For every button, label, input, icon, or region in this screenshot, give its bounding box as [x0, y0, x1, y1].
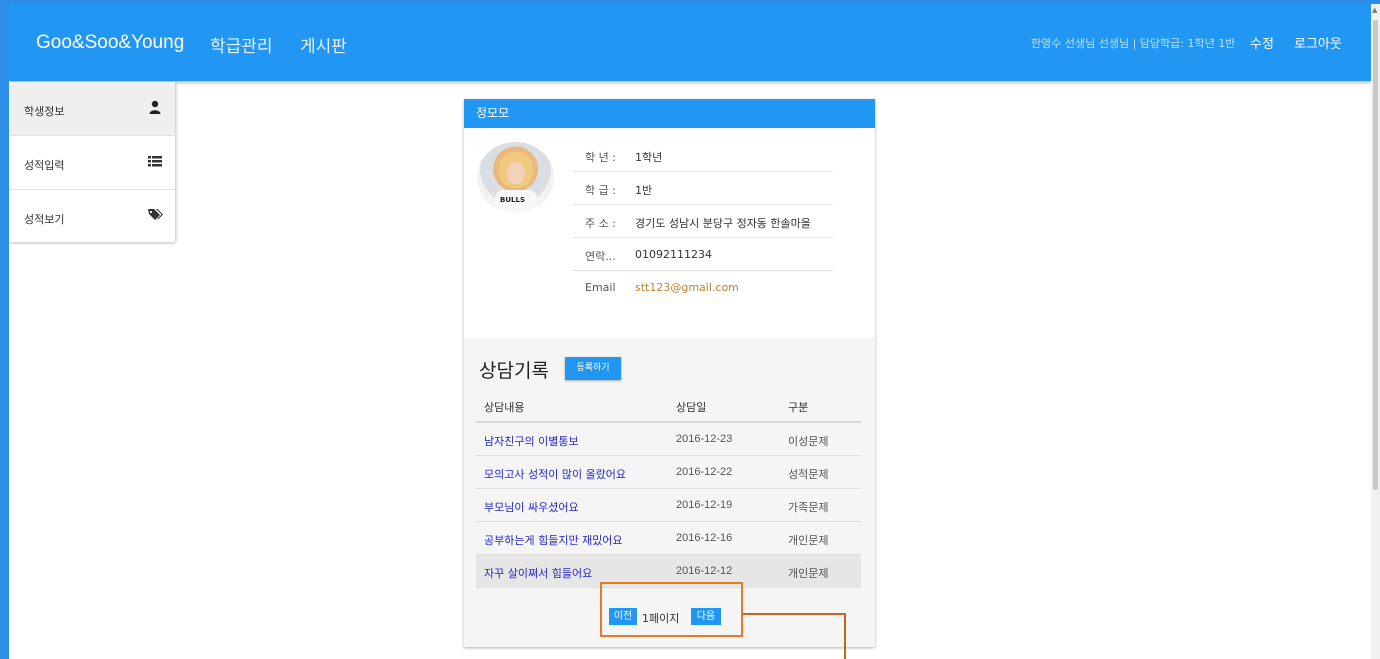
edit-link[interactable]: 수정 [1250, 33, 1274, 52]
scrollbar-thumb[interactable] [1373, 20, 1378, 490]
shirt-text: BULLS [500, 196, 525, 204]
sidebar-item-label: 학생정보 [24, 105, 65, 118]
consult-title: 상담기록 [479, 360, 549, 382]
annotation-connector-line [743, 613, 846, 615]
consult-content-link[interactable]: 공부하는게 힘들지만 재밌어요 [484, 532, 623, 548]
sidebar-item-student-info[interactable]: 학생정보 [9, 82, 175, 136]
info-label: 연락... [585, 250, 616, 263]
consult-content-link[interactable]: 자꾸 살이쪄서 힘들어요 [484, 565, 592, 581]
info-label: Email [585, 281, 616, 294]
column-header-content: 상담내용 [484, 401, 525, 414]
table-row[interactable]: 남자친구의 이별통보 2016-12-23 이성문제 [476, 423, 861, 456]
tags-icon [148, 209, 163, 220]
consult-date: 2016-12-19 [676, 499, 733, 511]
consult-date: 2016-12-22 [676, 466, 733, 478]
info-label: 학 급 : [585, 184, 616, 197]
logout-link[interactable]: 로그아웃 [1294, 33, 1342, 52]
nav-board[interactable]: 게시판 [300, 32, 347, 57]
consult-content-link[interactable]: 남자친구의 이별통보 [484, 433, 579, 449]
student-info-list: 학 년 : 1학년 학 급 : 1반 주 소 : 경기도 성남시 분당구 정자동… [573, 139, 833, 303]
register-button[interactable]: 등록하기 [565, 357, 621, 380]
info-value: 01092111234 [635, 248, 712, 261]
info-phone: 연락... 01092111234 [573, 238, 833, 271]
info-value: 경기도 성남시 분당구 정자동 한솔마을 [635, 217, 811, 230]
info-value: 1반 [635, 184, 653, 197]
table-row[interactable]: 공부하는게 힘들지만 재밌어요 2016-12-16 개인문제 [476, 522, 861, 555]
email-link[interactable]: stt123@gmail.com [635, 281, 739, 294]
consult-date: 2016-12-23 [676, 433, 733, 445]
consult-category: 개인문제 [788, 534, 829, 547]
user-icon [149, 100, 161, 114]
list-icon [148, 156, 162, 167]
app-frame: Goo&Soo&Young 학급관리 게시판 한영수 선생님 선생님 | 담당학… [9, 4, 1371, 659]
info-label: 학 년 : [585, 151, 616, 164]
annotation-highlight-box [600, 582, 743, 637]
top-navbar: Goo&Soo&Young 학급관리 게시판 한영수 선생님 선생님 | 담당학… [9, 4, 1371, 81]
consult-category: 성적문제 [788, 468, 829, 481]
nav-class-management[interactable]: 학급관리 [210, 32, 273, 57]
info-address: 주 소 : 경기도 성남시 분당구 정자동 한솔마을 [573, 205, 833, 238]
consult-content-link[interactable]: 부모님이 싸우셨어요 [484, 499, 579, 515]
consult-table: 상담내용 상담일 구분 남자친구의 이별통보 2016-12-23 이성문제 모… [476, 389, 861, 588]
info-class: 학 급 : 1반 [573, 172, 833, 205]
consult-date: 2016-12-16 [676, 532, 733, 544]
sidebar-item-grade-view[interactable]: 성적보기 [9, 190, 175, 244]
scroll-up-icon[interactable]: ▲ [1372, 6, 1377, 14]
sidebar-item-grade-input[interactable]: 성적입력 [9, 136, 175, 190]
sidebar: 학생정보 성적입력 성적보기 [9, 82, 175, 244]
info-value: 1학년 [635, 151, 663, 164]
consult-date: 2016-12-12 [676, 565, 733, 577]
teacher-info: 한영수 선생님 선생님 | 담당학급: 1학년 1반 [1031, 37, 1236, 50]
consult-category: 이성문제 [788, 435, 829, 448]
table-row[interactable]: 부모님이 싸우셨어요 2016-12-19 가족문제 [476, 489, 861, 522]
consult-category: 개인문제 [788, 567, 829, 580]
sidebar-item-label: 성적보기 [24, 213, 65, 226]
student-name: 정모모 [464, 99, 875, 128]
table-row[interactable]: 모의고사 성적이 많이 올랐어요 2016-12-22 성적문제 [476, 456, 861, 489]
column-header-category: 구분 [788, 401, 809, 414]
sidebar-item-label: 성적입력 [24, 159, 65, 172]
consult-content-link[interactable]: 모의고사 성적이 많이 올랐어요 [484, 466, 626, 482]
table-header: 상담내용 상담일 구분 [476, 389, 861, 423]
info-email: Email stt123@gmail.com [573, 271, 833, 303]
consult-category: 가족문제 [788, 501, 829, 514]
student-photo: BULLS [477, 142, 554, 213]
column-header-date: 상담일 [676, 401, 707, 414]
info-grade: 학 년 : 1학년 [573, 139, 833, 172]
student-card: 정모모 BULLS 학 년 : 1학년 학 급 : 1반 주 소 : 경기도 성… [464, 99, 875, 647]
brand-logo[interactable]: Goo&Soo&Young [36, 32, 184, 54]
info-label: 주 소 : [585, 217, 616, 230]
annotation-connector-line [844, 613, 846, 659]
